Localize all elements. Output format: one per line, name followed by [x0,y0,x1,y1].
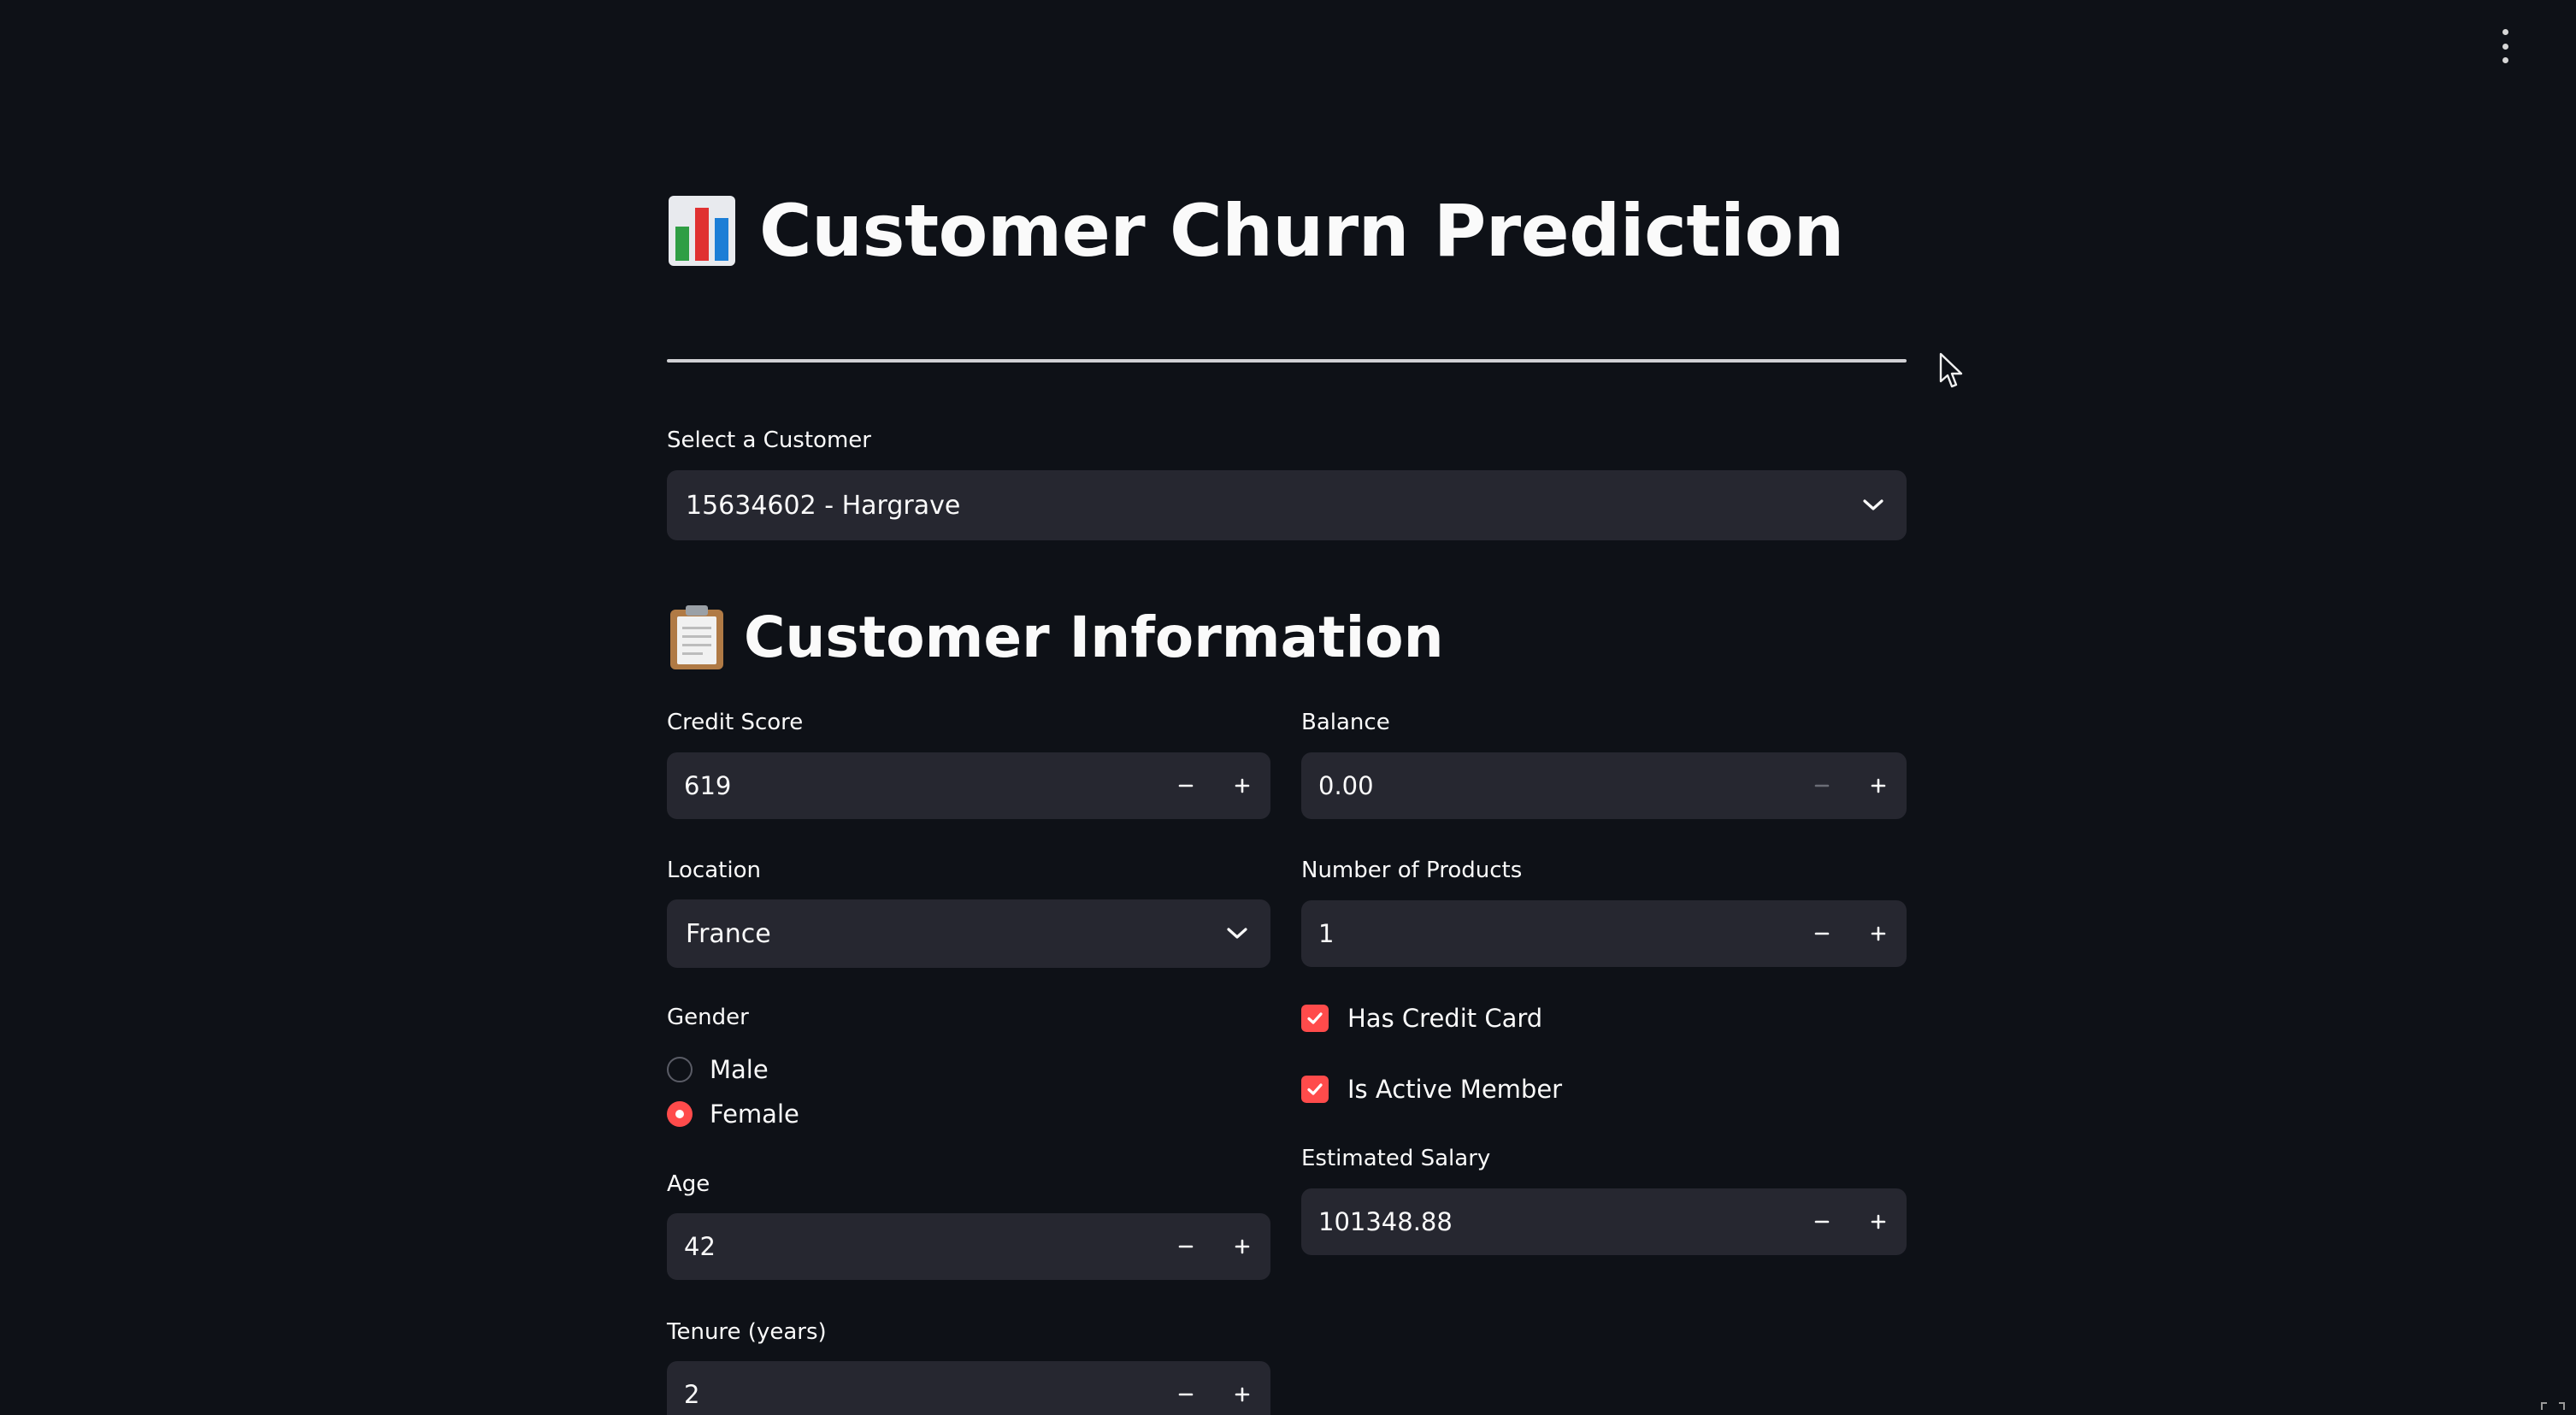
plus-icon [1235,778,1250,793]
section-title: Customer Information [744,604,1444,670]
age-value: 42 [684,1232,716,1261]
tenure-stepper [1158,1361,1270,1415]
num-products-label: Number of Products [1301,858,1523,883]
estimated-salary-stepper [1794,1188,1907,1255]
age-input[interactable]: 42 [667,1213,1270,1280]
tenure-label: Tenure (years) [667,1319,827,1345]
gender-label: Gender [667,1005,749,1030]
credit-score-input[interactable]: 619 [667,752,1270,819]
title-divider [667,359,1907,363]
is-active-member-label: Is Active Member [1347,1075,1563,1104]
credit-score-decrement-button[interactable] [1158,752,1214,819]
fullscreen-icon[interactable] [2540,1401,2566,1412]
gender-option-label: Male [710,1055,769,1084]
estimated-salary-increment-button[interactable] [1850,1188,1907,1255]
tenure-increment-button[interactable] [1214,1361,1270,1415]
estimated-salary-label: Estimated Salary [1301,1146,1491,1171]
num-products-value: 1 [1318,919,1335,948]
age-increment-button[interactable] [1214,1213,1270,1280]
checkbox-checked[interactable] [1301,1076,1329,1103]
customer-select-value: 15634602 - Hargrave [686,490,961,521]
minus-icon [1178,1245,1194,1248]
customer-select-label: Select a Customer [667,427,871,453]
kebab-menu-icon[interactable] [2492,29,2518,63]
plus-icon [1235,1239,1250,1254]
has-credit-card-checkbox[interactable]: Has Credit Card [1301,1004,1542,1033]
app-page: Customer Churn Prediction Select a Custo… [0,0,2576,1415]
radio-button-selected[interactable] [667,1101,693,1127]
is-active-member-checkbox[interactable]: Is Active Member [1301,1075,1562,1104]
minus-icon [1814,784,1830,787]
credit-score-stepper [1158,752,1270,819]
plus-icon [1871,778,1886,793]
section-header: Customer Information [667,598,1444,675]
checkmark-icon [1307,1012,1323,1024]
credit-score-increment-button[interactable] [1214,752,1270,819]
balance-stepper [1794,752,1907,819]
chevron-down-icon [1227,928,1247,939]
age-stepper [1158,1213,1270,1280]
minus-icon [1814,1220,1830,1223]
gender-option-label: Female [710,1100,799,1129]
balance-input[interactable]: 0.00 [1301,752,1907,819]
num-products-stepper [1794,900,1907,967]
bar-chart-icon [669,196,735,266]
balance-value: 0.00 [1318,771,1374,800]
mouse-cursor-icon [1939,352,1963,388]
location-value: France [686,918,771,949]
age-label: Age [667,1171,710,1197]
plus-icon [1871,1214,1886,1229]
location-select[interactable]: France [667,899,1270,968]
estimated-salary-value: 101348.88 [1318,1207,1453,1236]
tenure-decrement-button[interactable] [1158,1361,1214,1415]
checkbox-checked[interactable] [1301,1005,1329,1032]
checkmark-icon [1307,1083,1323,1095]
credit-score-value: 619 [684,771,732,800]
minus-icon [1178,1393,1194,1396]
balance-decrement-button[interactable] [1794,752,1850,819]
minus-icon [1178,784,1194,787]
gender-option-female[interactable]: Female [667,1100,799,1129]
plus-icon [1235,1387,1250,1402]
plus-icon [1871,926,1886,941]
customer-select[interactable]: 15634602 - Hargrave [667,470,1907,540]
balance-label: Balance [1301,710,1390,735]
credit-score-label: Credit Score [667,710,804,735]
tenure-input[interactable]: 2 [667,1361,1270,1415]
radio-button[interactable] [667,1057,693,1082]
has-credit-card-label: Has Credit Card [1347,1004,1543,1033]
num-products-decrement-button[interactable] [1794,900,1850,967]
estimated-salary-input[interactable]: 101348.88 [1301,1188,1907,1255]
chevron-down-icon [1863,499,1883,510]
estimated-salary-decrement-button[interactable] [1794,1188,1850,1255]
age-decrement-button[interactable] [1158,1213,1214,1280]
clipboard-icon [670,605,723,669]
page-title: Customer Churn Prediction [759,189,1844,273]
title-row: Customer Churn Prediction [667,184,1844,278]
num-products-input[interactable]: 1 [1301,900,1907,967]
gender-option-male[interactable]: Male [667,1055,769,1084]
balance-increment-button[interactable] [1850,752,1907,819]
location-label: Location [667,858,761,883]
num-products-increment-button[interactable] [1850,900,1907,967]
tenure-value: 2 [684,1379,700,1409]
minus-icon [1814,932,1830,935]
